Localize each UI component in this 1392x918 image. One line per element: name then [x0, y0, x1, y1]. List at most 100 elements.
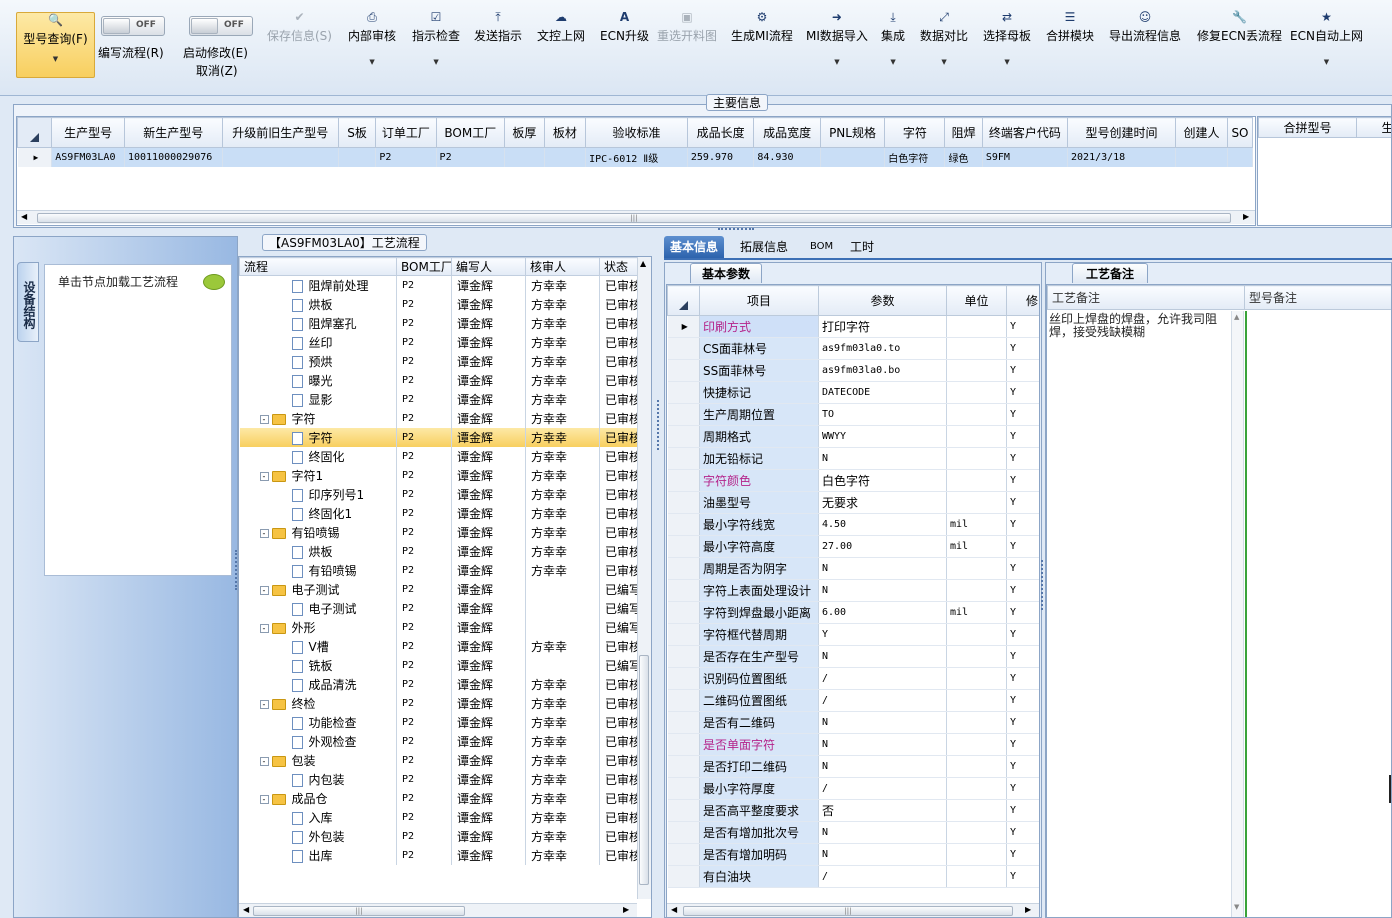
main-col-header[interactable]: 字符 — [884, 117, 946, 148]
param-value-cell[interactable]: N — [818, 733, 947, 756]
main-col-header[interactable]: 订单工厂 — [375, 117, 437, 148]
tab-equipment-structure[interactable]: 设备结构 — [17, 262, 39, 342]
row-header[interactable] — [667, 403, 700, 426]
row-header[interactable] — [667, 469, 700, 492]
param-row[interactable]: 是否高平整度要求否 Y — [667, 799, 1039, 822]
param-value-cell[interactable]: / — [818, 777, 947, 800]
fix-ecn-lost-flow-button[interactable]: 🔧 修复ECN丢流程 — [1197, 10, 1282, 44]
main-cell[interactable]: 259.970 — [687, 147, 755, 167]
flow-row[interactable]: 电子测试 P2 谭金辉 已编写 — [239, 598, 640, 618]
main-grid-hscroll[interactable]: ◀ ||| ▶ — [17, 210, 1255, 224]
row-header[interactable] — [667, 491, 700, 514]
main-col-header[interactable]: 板材 — [543, 117, 587, 148]
flow-node[interactable]: 阻焊塞孔 — [239, 313, 397, 333]
main-col-header[interactable]: 验收标准 — [585, 117, 688, 148]
flow-node[interactable]: - 包装 — [239, 750, 397, 770]
param-value-cell[interactable]: N — [818, 557, 947, 580]
main-col-header[interactable]: SO — [1226, 117, 1254, 148]
scroll-left-icon[interactable]: ◀ — [243, 905, 249, 914]
main-cell[interactable] — [544, 147, 587, 167]
main-col-header[interactable]: 终端客户代码 — [981, 117, 1069, 148]
row-header[interactable] — [667, 623, 700, 646]
param-value-cell[interactable]: N — [818, 579, 947, 602]
flow-row[interactable]: 出库 P2 谭金辉 方幸幸 已审核 — [239, 845, 640, 865]
scroll-up-icon[interactable]: ▲ — [640, 259, 646, 268]
row-header[interactable] — [667, 447, 700, 470]
scroll-left-icon[interactable]: ◀ — [671, 905, 677, 914]
main-cell[interactable]: 10011000029076 — [124, 147, 223, 167]
flow-row[interactable]: 印序列号1 P2 谭金辉 方幸幸 已审核 — [239, 484, 640, 504]
flow-row[interactable]: 外包装 P2 谭金辉 方幸幸 已审核 — [239, 826, 640, 846]
main-cell[interactable]: 84.930 — [753, 147, 821, 167]
collapse-icon[interactable]: - — [259, 623, 269, 633]
main-cell[interactable]: AS9FM03LA0 — [51, 147, 125, 167]
flow-node[interactable]: 电子测试 — [239, 598, 397, 618]
main-cell[interactable] — [222, 147, 339, 167]
main-col-header[interactable]: 创建人 — [1175, 117, 1228, 148]
tab-basic-params[interactable]: 基本参数 — [690, 263, 762, 283]
flow-node[interactable]: 成品清洗 — [239, 674, 397, 694]
flow-node[interactable]: 入库 — [239, 807, 397, 827]
tab-process-remarks[interactable]: 工艺备注 — [1072, 263, 1148, 283]
flow-row[interactable]: - 字符 P2 谭金辉 方幸幸 已审核 — [239, 408, 640, 428]
model-remarks-area[interactable] — [1245, 311, 1391, 917]
row-header[interactable] — [667, 865, 700, 888]
param-row[interactable]: 是否打印二维码 N Y — [667, 755, 1039, 778]
row-header[interactable] — [667, 667, 700, 690]
flow-node[interactable]: 内包装 — [239, 769, 397, 789]
flow-node[interactable]: 字符 — [239, 427, 397, 447]
param-value-cell[interactable]: 打印字符 — [818, 315, 947, 338]
row-header[interactable] — [667, 645, 700, 668]
reselect-cutting-drawing-button[interactable]: ▣ 重选开料图 — [657, 10, 717, 44]
param-row[interactable]: 字符上表面处理设计 N Y — [667, 579, 1039, 602]
process-remarks-text[interactable]: 丝印上焊盘的焊盘，允许我司阻焊，接受残缺模糊 — [1049, 313, 1229, 339]
splitter-handle[interactable] — [718, 228, 754, 232]
generate-mi-flow-button[interactable]: ⚙ 生成MI流程 — [731, 10, 793, 44]
param-value-cell[interactable]: DATECODE — [818, 381, 947, 404]
param-value-cell[interactable]: WWYY — [818, 425, 947, 448]
tab-bom[interactable]: BOM — [804, 236, 839, 258]
merge-module-button[interactable]: ☰ 合拼模块 — [1046, 10, 1094, 44]
main-col-header[interactable]: S板 — [337, 117, 377, 148]
flow-row[interactable]: 终固化 P2 谭金辉 方幸幸 已审核 — [239, 446, 640, 466]
flow-row[interactable]: 外观检查 P2 谭金辉 方幸幸 已审核 — [239, 731, 640, 751]
params-hscroll[interactable]: ◀ ||| ▶ — [667, 903, 1039, 917]
param-row[interactable]: 是否有增加明码 N Y — [667, 843, 1039, 866]
param-row[interactable]: 字符框代替周期 Y Y — [667, 623, 1039, 646]
param-row[interactable]: 识别码位置图纸 / Y — [667, 667, 1039, 690]
param-col-header[interactable]: 项目 — [699, 285, 819, 316]
param-value-cell[interactable]: 无要求 — [818, 491, 947, 514]
param-row[interactable]: SS面菲林号 as9fm03la0.bo Y — [667, 359, 1039, 382]
instruction-check-button[interactable]: ☑ 指示检查 ▼ — [412, 10, 460, 66]
collapse-icon[interactable]: - — [259, 756, 269, 766]
export-flow-info-button[interactable]: ☺ 导出流程信息 — [1109, 10, 1181, 44]
flow-node[interactable]: 预烘 — [239, 351, 397, 371]
flow-row[interactable]: 烘板 P2 谭金辉 方幸幸 已审核 — [239, 541, 640, 561]
param-row[interactable]: 快捷标记 DATECODE Y — [667, 381, 1039, 404]
row-header[interactable] — [667, 777, 700, 800]
main-col-header[interactable]: 阻焊 — [944, 117, 983, 148]
param-row[interactable]: 是否有增加批次号 N Y — [667, 821, 1039, 844]
flow-row[interactable]: 预烘 P2 谭金辉 方幸幸 已审核 — [239, 351, 640, 371]
main-cell[interactable] — [820, 147, 886, 167]
model-query-button[interactable]: 🔍 型号查询(F) ▼ — [16, 12, 95, 78]
flow-node[interactable]: 烘板 — [239, 541, 397, 561]
flow-node[interactable]: 功能检查 — [239, 712, 397, 732]
main-col-header[interactable]: 生产型号 — [51, 117, 125, 148]
param-row[interactable]: 是否单面字符 N Y — [667, 733, 1039, 756]
row-indicator-icon[interactable]: ▶ — [667, 315, 700, 338]
param-col-header[interactable]: 单位 — [946, 285, 1007, 316]
main-cell[interactable] — [504, 147, 545, 167]
param-col-header[interactable]: 参数 — [818, 285, 947, 316]
param-row[interactable]: 是否有二维码 N Y — [667, 711, 1039, 734]
flow-node[interactable]: - 成品仓 — [239, 788, 397, 808]
flow-node[interactable]: 终固化1 — [239, 503, 397, 523]
param-value-cell[interactable]: / — [818, 689, 947, 712]
param-value-cell[interactable]: TO — [818, 403, 947, 426]
flow-row[interactable]: 烘板 P2 谭金辉 方幸幸 已审核 — [239, 294, 640, 314]
param-value-cell[interactable]: N — [818, 821, 947, 844]
internal-review-button[interactable]: ⎙ 内部审核 ▼ — [348, 10, 396, 66]
row-header[interactable] — [667, 579, 700, 602]
param-row[interactable]: 周期格式 WWYY Y — [667, 425, 1039, 448]
main-cell[interactable]: IPC-6012 Ⅱ级 — [585, 147, 688, 167]
